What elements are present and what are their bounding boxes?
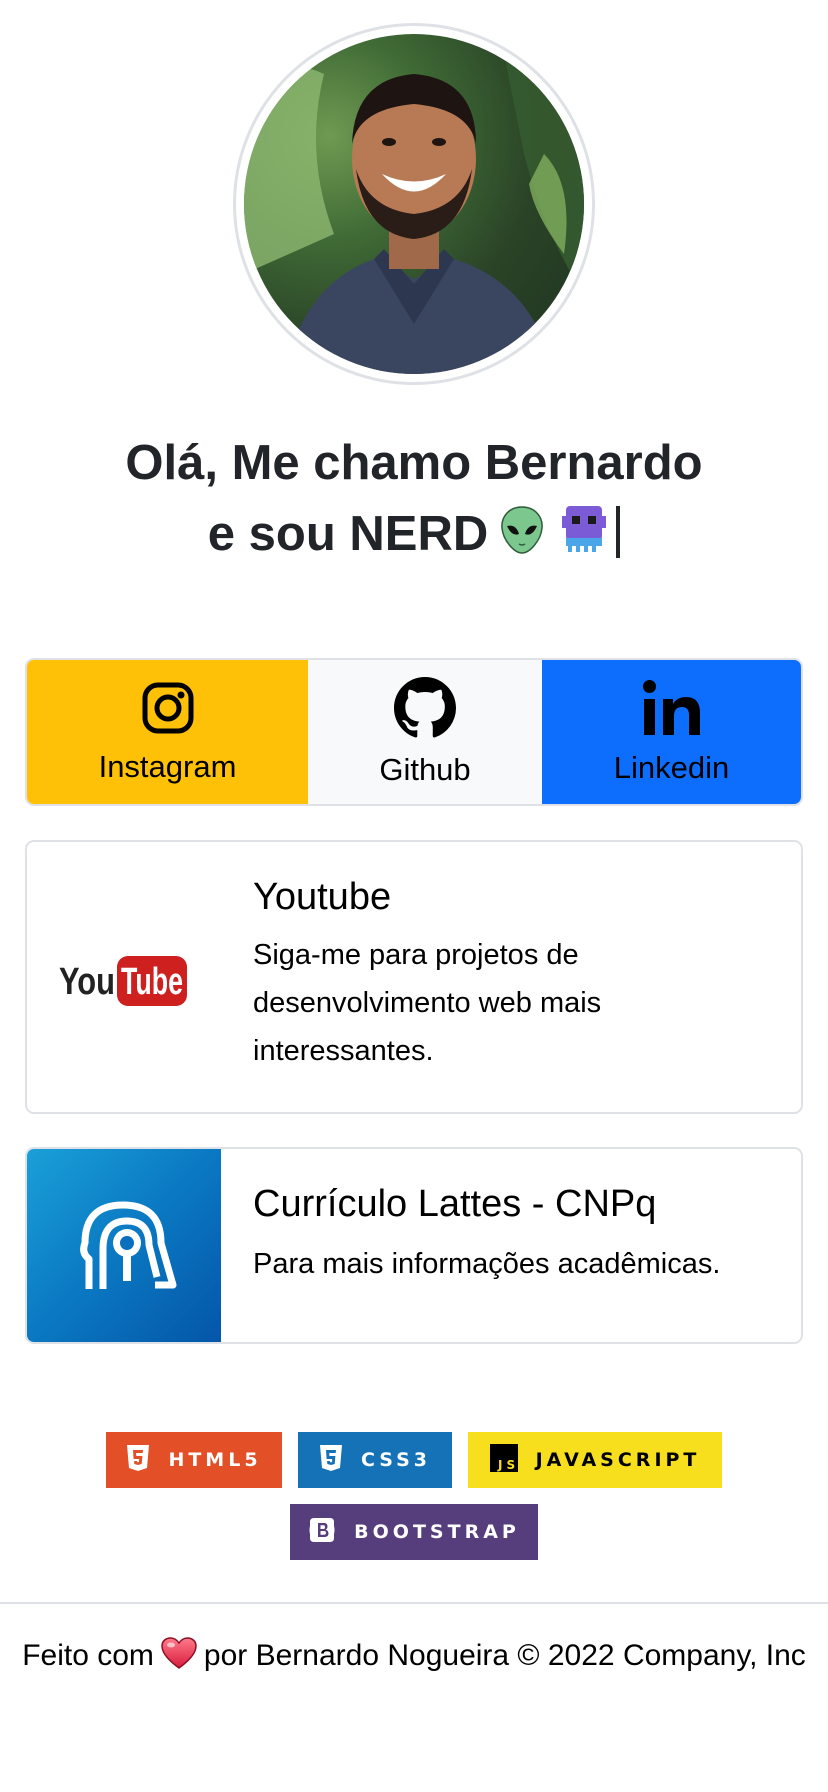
- badge-row-2: BOOTSTRAP: [0, 1504, 828, 1560]
- github-label: Github: [379, 751, 471, 787]
- lattes-card-body: Currículo Lattes - CNPq Para mais inform…: [253, 1183, 781, 1288]
- alien-monster-icon: [556, 500, 612, 576]
- badge-row-1: HTML5 CSS3 JS JAVASCRIPT: [0, 1432, 828, 1488]
- lattes-card-text: Para mais informações acadêmicas.: [253, 1248, 721, 1280]
- text-caret: [616, 506, 621, 558]
- greeting-line-2-wrap: e sou NERD: [0, 499, 828, 576]
- lattes-card[interactable]: Currículo Lattes - CNPq Para mais inform…: [25, 1147, 803, 1344]
- footer: Feito com por Bernardo Nogueira © 2022 C…: [10, 1632, 818, 1685]
- html5-badge: HTML5: [106, 1432, 282, 1488]
- lattes-logo: [27, 1149, 221, 1342]
- linkedin-button[interactable]: Linkedin: [542, 660, 801, 804]
- youtube-card-title: Youtube: [253, 876, 392, 918]
- youtube-logo-you: You: [59, 961, 115, 1003]
- github-button[interactable]: Github: [308, 660, 542, 804]
- greeting-heading: Olá, Me chamo Bernardo e sou NERD: [0, 428, 828, 576]
- alien-icon: [496, 504, 548, 576]
- footer-suffix: por Bernardo Nogueira © 2022 Company, In…: [203, 1639, 806, 1672]
- css3-icon: [319, 1444, 343, 1477]
- footer-prefix: Feito com: [22, 1639, 154, 1672]
- bootstrap-icon: [308, 1517, 336, 1548]
- css3-label: CSS3: [360, 1449, 432, 1471]
- html5-icon: [126, 1444, 150, 1477]
- linkedin-label: Linkedin: [613, 749, 730, 785]
- youtube-logo-tube: Tube: [121, 961, 183, 1003]
- greeting-line-2: e sou NERD: [207, 507, 489, 561]
- linkedin-icon: [642, 679, 702, 742]
- greeting-line-1: Olá, Me chamo Bernardo: [125, 436, 703, 490]
- youtube-logo: You Tube: [59, 950, 189, 1015]
- svg-text:JS: JS: [497, 1458, 518, 1472]
- heart-icon: [160, 1636, 198, 1685]
- javascript-badge: JS JAVASCRIPT: [468, 1432, 722, 1488]
- instagram-icon: [140, 680, 196, 741]
- javascript-label: JAVASCRIPT: [535, 1449, 701, 1471]
- instagram-button[interactable]: Instagram: [27, 660, 308, 804]
- tech-badges: HTML5 CSS3 JS JAVASCRIPT BOOTSTRAP: [0, 1432, 828, 1576]
- social-button-group: Instagram Github Linkedin: [25, 658, 803, 806]
- html5-label: HTML5: [168, 1449, 262, 1471]
- javascript-icon: JS: [489, 1443, 518, 1477]
- css3-badge: CSS3: [298, 1432, 452, 1488]
- youtube-card[interactable]: You Tube Youtube Siga-me para projetos d…: [25, 840, 803, 1114]
- bootstrap-label: BOOTSTRAP: [354, 1521, 520, 1543]
- github-icon: [394, 676, 456, 744]
- youtube-card-text: Siga-me para projetos de desenvolvimento…: [253, 939, 602, 1067]
- avatar: [233, 23, 595, 385]
- lattes-card-title: Currículo Lattes - CNPq: [253, 1183, 657, 1225]
- bootstrap-badge: BOOTSTRAP: [290, 1504, 538, 1560]
- youtube-card-body: Youtube Siga-me para projetos de desenvo…: [253, 876, 781, 1075]
- instagram-label: Instagram: [98, 748, 237, 784]
- profile-photo: [244, 34, 584, 374]
- footer-divider: [0, 1602, 828, 1604]
